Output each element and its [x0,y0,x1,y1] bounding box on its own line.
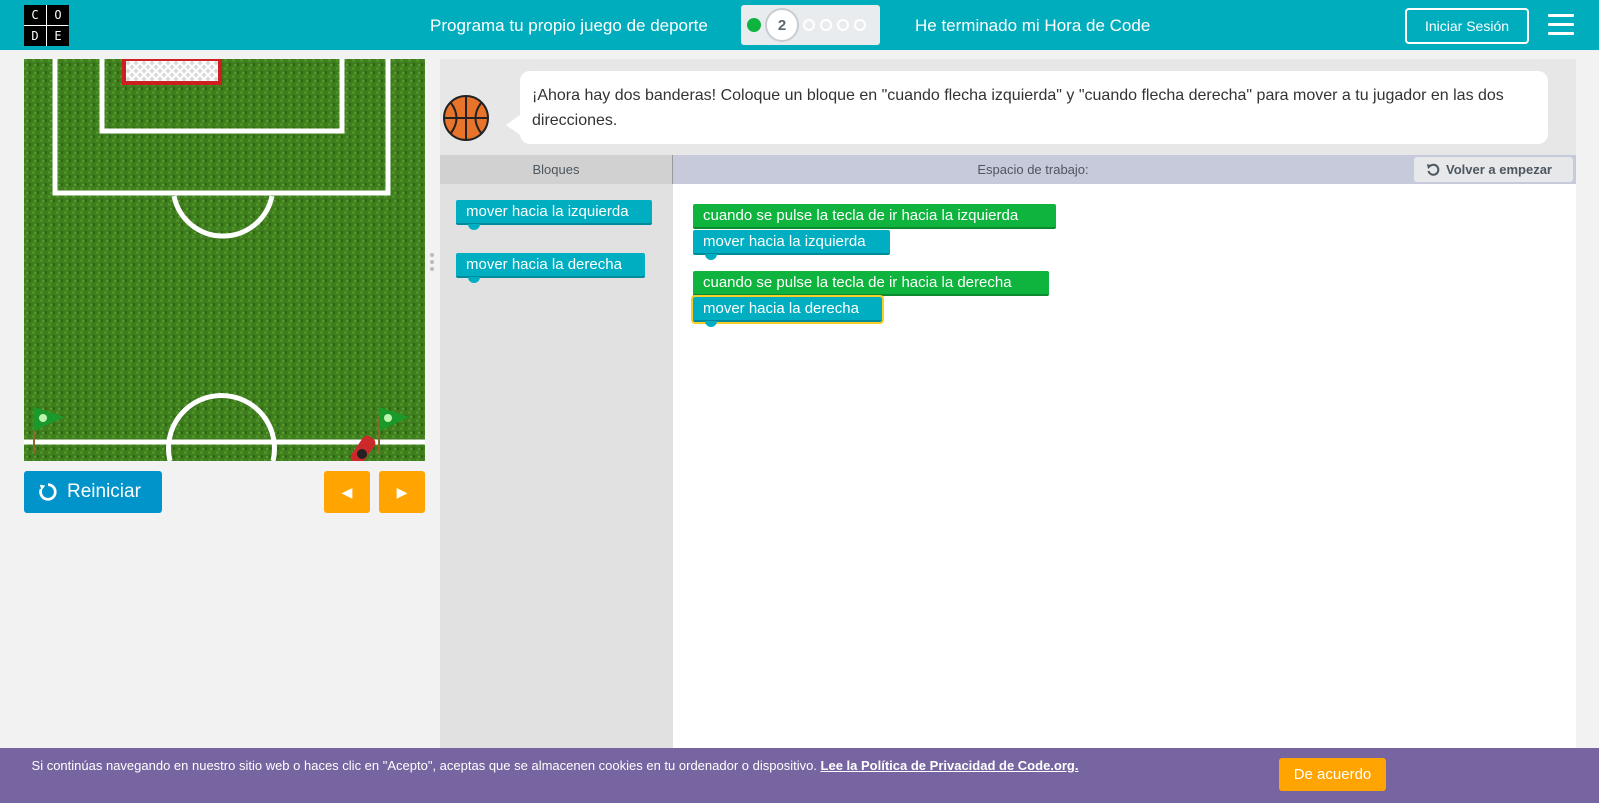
left-arrow-icon: ◀ [341,483,353,500]
level-progress: 2 [741,5,880,45]
action-block-label: mover hacia la izquierda [703,233,866,250]
action-block-label: mover hacia la derecha [703,300,859,317]
cookie-accept-button[interactable]: De acuerdo [1279,758,1386,791]
cookie-message: Si continúas navegando en nuestro sitio … [0,757,1110,774]
privacy-policy-link[interactable]: Lee la Política de Privacidad de Code.or… [821,758,1079,773]
panel-resize-handle[interactable] [430,253,435,273]
restart-label: Volver a empezar [1446,162,1552,177]
instructions-text: ¡Ahora hay dos banderas! Coloque un bloq… [506,71,1548,144]
cookie-banner: Si continúas navegando en nuestro sitio … [0,748,1599,803]
hamburger-menu-icon[interactable] [1548,14,1574,36]
toolbox-block-move-right[interactable]: mover hacia la derecha [456,253,645,283]
header-bar: C O D E Programa tu propio juego de depo… [0,0,1599,50]
level-dot-3[interactable] [803,19,815,31]
toolbox-header: Bloques [440,155,673,184]
right-arrow-icon: ▶ [396,483,408,500]
right-arrow-button[interactable]: ▶ [379,471,425,513]
left-event-block[interactable]: cuando se pulse la tecla de ir hacia la … [693,204,1056,229]
level-dot-1[interactable] [747,18,761,32]
workspace[interactable] [673,184,1576,748]
puzzle-title: Programa tu propio juego de deporte [430,16,708,35]
left-arrow-button[interactable]: ◀ [324,471,370,513]
right-action-block-selected[interactable]: mover hacia la derecha [691,295,884,327]
restart-button[interactable]: Volver a empezar [1414,157,1573,182]
toolbox-block-label: mover hacia la izquierda [466,203,629,220]
toolbox-block-move-left[interactable]: mover hacia la izquierda [456,200,652,230]
workspace-title: Espacio de trabajo: [977,162,1089,177]
reset-button[interactable]: Reiniciar [24,471,162,513]
right-event-block[interactable]: cuando se pulse la tecla de ir hacia la … [693,271,1049,296]
finish-link[interactable]: He terminado mi Hora de Code [915,16,1150,36]
logo-letter-e: E [47,26,69,46]
restart-icon [1427,163,1440,176]
goal-net [122,59,222,85]
logo-letter-c: C [24,5,46,25]
reset-label: Reiniciar [67,481,141,502]
signin-button[interactable]: Iniciar Sesión [1405,8,1529,44]
logo-letter-d: D [24,26,46,46]
event-block-label: cuando se pulse la tecla de ir hacia la … [703,207,1019,224]
basketball-avatar-icon [443,95,489,141]
logo-letter-o: O [47,5,69,25]
level-current[interactable]: 2 [765,8,799,42]
toolbox-block-label: mover hacia la derecha [466,256,622,273]
game-field [24,59,425,461]
left-action-block[interactable]: mover hacia la izquierda [693,230,890,260]
cookie-text: Si continúas navegando en nuestro sitio … [31,758,817,773]
level-dot-5[interactable] [837,19,849,31]
level-dot-4[interactable] [820,19,832,31]
level-dot-6[interactable] [854,19,866,31]
reset-icon [39,483,57,501]
event-block-label: cuando se pulse la tecla de ir hacia la … [703,274,1012,291]
code-logo[interactable]: C O D E [24,5,69,46]
